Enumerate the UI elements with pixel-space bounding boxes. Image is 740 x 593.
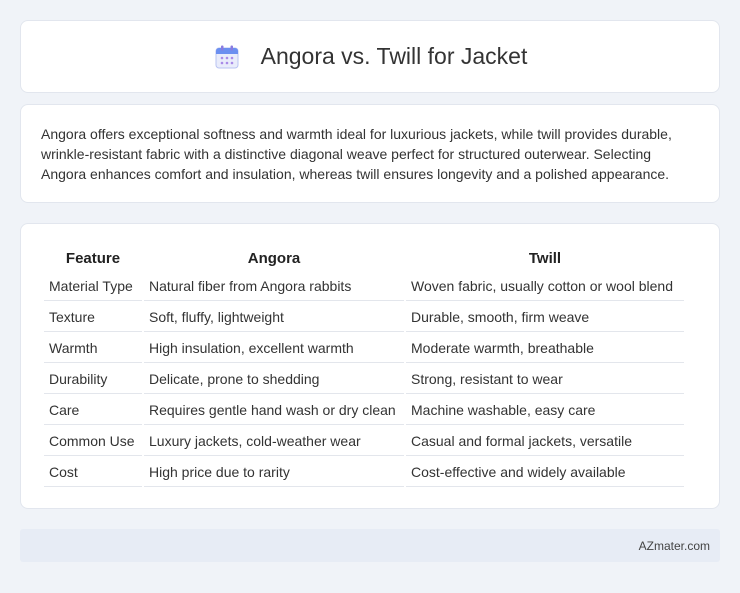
feature-cell: Warmth <box>44 334 142 363</box>
twill-cell: Durable, smooth, firm weave <box>406 303 684 332</box>
feature-cell: Cost <box>44 458 142 487</box>
calendar-icon <box>213 43 241 71</box>
table-row: Warmth High insulation, excellent warmth… <box>44 334 684 363</box>
title-card: Angora vs. Twill for Jacket <box>20 20 720 93</box>
feature-cell: Material Type <box>44 272 142 301</box>
feature-cell: Care <box>44 396 142 425</box>
angora-cell: Soft, fluffy, lightweight <box>144 303 404 332</box>
twill-cell: Moderate warmth, breathable <box>406 334 684 363</box>
twill-cell: Woven fabric, usually cotton or wool ble… <box>406 272 684 301</box>
table-row: Durability Delicate, prone to shedding S… <box>44 365 684 394</box>
summary-card: Angora offers exceptional softness and w… <box>20 104 720 203</box>
comparison-table: Feature Angora Twill Material Type Natur… <box>42 244 686 489</box>
page-title: Angora vs. Twill for Jacket <box>260 43 528 69</box>
comparison-card: Feature Angora Twill Material Type Natur… <box>20 223 720 509</box>
angora-cell: Delicate, prone to shedding <box>144 365 404 394</box>
table-row: Texture Soft, fluffy, lightweight Durabl… <box>44 303 684 332</box>
table-row: Cost High price due to rarity Cost-effec… <box>44 458 684 487</box>
header-feature: Feature <box>65 249 121 267</box>
table-row: Care Requires gentle hand wash or dry cl… <box>44 396 684 425</box>
twill-cell: Machine washable, easy care <box>406 396 684 425</box>
footer-site-link[interactable]: AZmater.com <box>639 539 710 553</box>
feature-cell: Texture <box>44 303 142 332</box>
angora-cell: Luxury jackets, cold-weather wear <box>144 427 404 456</box>
table-row: Common Use Luxury jackets, cold-weather … <box>44 427 684 456</box>
table-header-row: Feature Angora Twill <box>44 246 684 270</box>
angora-cell: Requires gentle hand wash or dry clean <box>144 396 404 425</box>
header-twill: Twill <box>528 249 562 267</box>
table-row: Material Type Natural fiber from Angora … <box>44 272 684 301</box>
angora-cell: High insulation, excellent warmth <box>144 334 404 363</box>
feature-cell: Durability <box>44 365 142 394</box>
footer: AZmater.com <box>20 529 720 562</box>
header-angora: Angora <box>247 249 301 267</box>
angora-cell: High price due to rarity <box>144 458 404 487</box>
feature-cell: Common Use <box>44 427 142 456</box>
angora-cell: Natural fiber from Angora rabbits <box>144 272 404 301</box>
twill-cell: Casual and formal jackets, versatile <box>406 427 684 456</box>
summary-text: Angora offers exceptional softness and w… <box>41 126 672 182</box>
twill-cell: Strong, resistant to wear <box>406 365 684 394</box>
twill-cell: Cost-effective and widely available <box>406 458 684 487</box>
